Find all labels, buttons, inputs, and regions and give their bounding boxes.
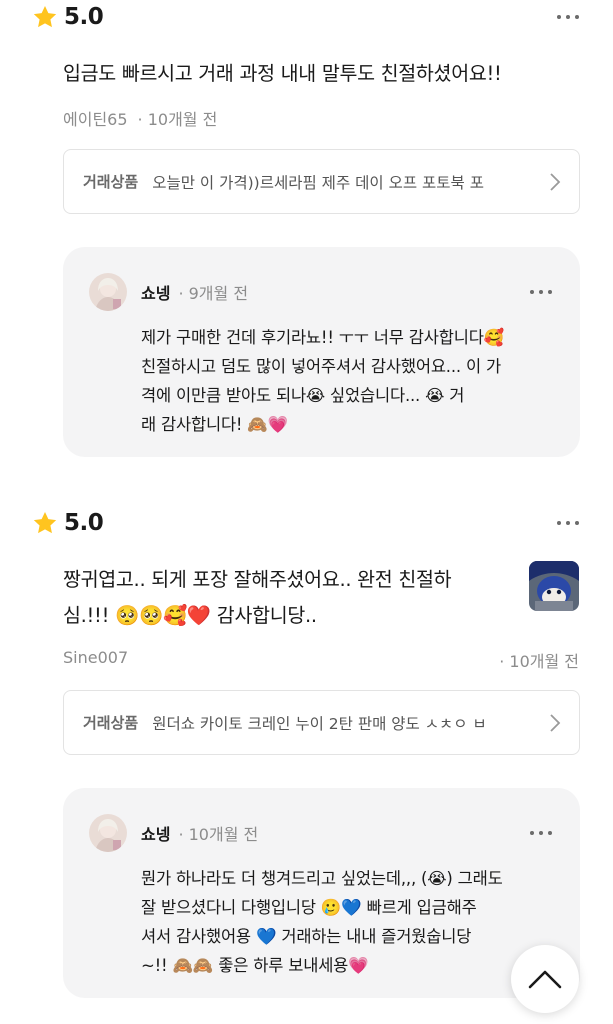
review-meta: Sine007 [63, 648, 128, 667]
review-meta: 에이틴65 · 10개월 전 [63, 106, 217, 130]
scroll-to-top-button[interactable] [511, 945, 579, 1013]
reply-header: 쇼넹 · 10개월 전 [89, 814, 258, 852]
chevron-up-icon [528, 970, 562, 989]
traded-product-link[interactable]: 거래상품 오늘만 이 가격))르세라핌 제주 데이 오프 포토북 포 [63, 149, 580, 214]
reply-line: 격에 이만큼 받아도 되나😭 싶었습니다... 😭 거 [141, 386, 465, 405]
review-text-line: 심.!!! 🥺🥺🥰❤️ 감사합니당.. [63, 604, 317, 627]
rating: 5.0 [32, 2, 104, 32]
review-author[interactable]: 에이틴65 [63, 106, 128, 130]
seller-reply: 쇼넹 · 10개월 전 뭔가 하나라도 더 챙겨드리고 싶었는데,,, (😭) … [63, 788, 580, 998]
seller-reply: 쇼넹 · 9개월 전 제가 구매한 건데 후기라뇨!! ㅜㅜ 너무 감사합니다🥰… [63, 247, 580, 457]
reply-text: 제가 구매한 건데 후기라뇨!! ㅜㅜ 너무 감사합니다🥰 친절하시고 덤도 많… [141, 323, 561, 439]
more-dots-icon[interactable] [530, 287, 552, 297]
review-photo-thumbnail[interactable] [529, 561, 579, 611]
review-time: · 10개월 전 [499, 652, 579, 671]
reply-line: ~!! 🙈🙈 좋은 하루 보내세용💗 [141, 956, 369, 975]
reply-author[interactable]: 쇼넹 [141, 280, 170, 304]
reply-line: 잘 받으셨다니 다행입니당 🥲💙 빠르게 입금해주 [141, 898, 477, 917]
reply-line: 뭔가 하나라도 더 챙겨드리고 싶었는데,,, (😭) 그래도 [141, 869, 503, 888]
product-name: 원더쇼 카이토 크레인 누이 2탄 판매 양도 ㅅㅊㅇ ㅂ [152, 714, 487, 733]
avatar[interactable] [89, 814, 127, 852]
reply-author[interactable]: 쇼넹 [141, 821, 170, 845]
product-name: 오늘만 이 가격))르세라핌 제주 데이 오프 포토북 포 [152, 173, 484, 192]
more-dots-icon[interactable] [530, 828, 552, 838]
rating: 5.0 [32, 508, 104, 538]
star-icon [33, 511, 57, 534]
more-dots-icon[interactable] [557, 518, 579, 528]
reply-line: 래 감사합니다! 🙈💗 [141, 415, 289, 434]
chevron-right-icon [550, 172, 561, 191]
star-icon [33, 5, 57, 28]
reply-line: 셔서 감사했어용 💙 거래하는 내내 즐거웠숩니당 [141, 927, 472, 946]
review-text-line: 짱귀엽고.. 되게 포장 잘해주셨어요.. 완전 친절하 [63, 568, 452, 591]
review-text: 짱귀엽고.. 되게 포장 잘해주셨어요.. 완전 친절하 심.!!! 🥺🥺🥰❤️… [63, 562, 513, 634]
more-dots-icon[interactable] [557, 12, 579, 22]
review-time: · 10개월 전 [137, 110, 218, 129]
reply-header: 쇼넹 · 9개월 전 [89, 273, 248, 311]
review-author[interactable]: Sine007 [63, 648, 128, 667]
reply-time: · 10개월 전 [178, 825, 259, 844]
traded-product-link[interactable]: 거래상품 원더쇼 카이토 크레인 누이 2탄 판매 양도 ㅅㅊㅇ ㅂ [63, 690, 580, 755]
reply-time: · 9개월 전 [178, 284, 249, 303]
rating-value: 5.0 [64, 510, 104, 536]
reply-text: 뭔가 하나라도 더 챙겨드리고 싶었는데,,, (😭) 그래도 잘 받으셨다니 … [141, 864, 561, 980]
product-label: 거래상품 [83, 714, 139, 732]
rating-value: 5.0 [64, 4, 104, 30]
reply-line: 제가 구매한 건데 후기라뇨!! ㅜㅜ 너무 감사합니다🥰 [141, 328, 505, 347]
review-text: 입금도 빠르시고 거래 과정 내내 말투도 친절하셨어요!! [63, 62, 502, 85]
avatar[interactable] [89, 273, 127, 311]
product-label: 거래상품 [83, 173, 139, 191]
chevron-right-icon [550, 713, 561, 732]
reply-line: 친절하시고 덤도 많이 넣어주셔서 감사했어요... 이 가 [141, 357, 501, 376]
